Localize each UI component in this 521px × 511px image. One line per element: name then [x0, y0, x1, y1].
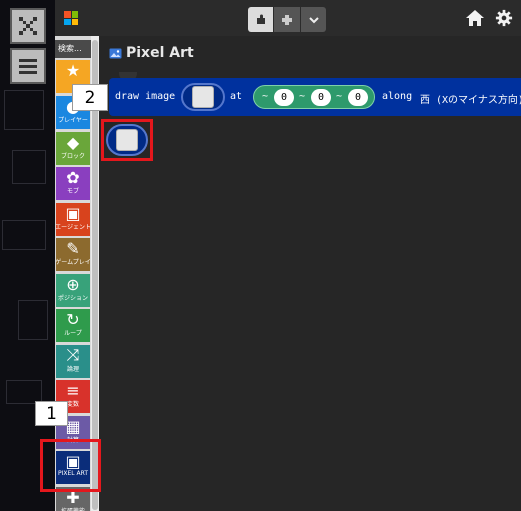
- category-paw[interactable]: ✿ モブ: [56, 167, 90, 200]
- menu-button[interactable]: [10, 48, 46, 84]
- plus-icon: ✚: [66, 487, 80, 507]
- chevron-down-icon: [308, 16, 319, 23]
- category-cube[interactable]: ◆ ブロック: [56, 132, 90, 165]
- category-label: 論理: [66, 366, 79, 373]
- x-relative-marker: ~: [262, 91, 269, 102]
- category-agent[interactable]: ▣ エージェント: [56, 203, 90, 236]
- category-label: ループ: [64, 330, 82, 337]
- flyout-title: Pixel Art: [109, 45, 194, 61]
- flyout-title-text: Pixel Art: [126, 45, 194, 61]
- view-dropdown-button[interactable]: [301, 7, 326, 32]
- category-wrench[interactable]: ✎ ゲームプレイ: [56, 238, 90, 271]
- category-label: 変数: [66, 401, 79, 408]
- gear-icon[interactable]: [494, 9, 514, 27]
- draw-image-label: draw image: [115, 91, 176, 102]
- at-label: at: [230, 91, 243, 102]
- highlight-image-block: [101, 119, 153, 161]
- toolbox-search-input[interactable]: 検索...: [55, 40, 91, 58]
- category-crosshair[interactable]: ⊕ ポジション: [56, 274, 90, 307]
- category-label: ゲームプレイ: [56, 259, 90, 266]
- category-shuffle[interactable]: ⤨ 論理: [56, 345, 90, 378]
- x-coordinate-input[interactable]: 0: [274, 89, 294, 106]
- image-slot[interactable]: [181, 83, 225, 111]
- image-placeholder: [192, 86, 214, 108]
- home-icon[interactable]: [465, 9, 485, 27]
- category-label: 拡張機能: [61, 506, 85, 511]
- microsoft-logo-icon: [64, 11, 78, 25]
- crosshair-icon: ⊕: [66, 274, 80, 294]
- collapse-icon: [19, 17, 37, 35]
- loop-icon: ↻: [66, 309, 80, 329]
- category-label: プレイヤー: [58, 117, 88, 124]
- highlight-pixel-art-category: [40, 439, 101, 492]
- image-icon: [109, 48, 122, 58]
- blocks-view-button[interactable]: [248, 7, 273, 32]
- star-icon: ★: [65, 60, 81, 80]
- agent-icon: ▣: [65, 203, 81, 223]
- puzzle-icon: [256, 14, 265, 24]
- category-label: エージェント: [56, 224, 90, 231]
- z-relative-marker: ~: [336, 91, 343, 102]
- z-coordinate-input[interactable]: 0: [348, 89, 368, 106]
- category-label: ポジション: [57, 295, 88, 302]
- list-icon: ≡: [66, 380, 80, 400]
- y-relative-marker: ~: [299, 91, 306, 102]
- code-view-button[interactable]: [274, 7, 300, 32]
- javascript-icon: [282, 14, 292, 25]
- wrench-icon: ✎: [66, 238, 80, 258]
- paw-icon: ✿: [66, 167, 80, 187]
- direction-dropdown[interactable]: 西 (Xのマイナス方向): [420, 91, 521, 106]
- category-loop[interactable]: ↻ ループ: [56, 309, 90, 342]
- y-coordinate-input[interactable]: 0: [311, 89, 331, 106]
- hamburger-icon: [19, 59, 37, 74]
- draw-image-block[interactable]: draw image at ~ 0 ~ 0 ~ 0 along 西 (Xのマイナ…: [109, 78, 521, 116]
- position-field[interactable]: ~ 0 ~ 0 ~ 0: [253, 85, 375, 109]
- category-label: モブ: [66, 188, 79, 195]
- block-workspace[interactable]: Pixel Art draw image at ~ 0 ~ 0 ~ 0 alon…: [99, 36, 521, 511]
- cube-icon: ◆: [66, 132, 80, 152]
- top-bar: [55, 0, 521, 36]
- calculator-icon: ▦: [65, 416, 81, 436]
- annotation-tag-1: 1: [35, 401, 68, 426]
- shrink-editor-button[interactable]: [10, 8, 46, 44]
- shuffle-icon: ⤨: [66, 345, 80, 364]
- category-label: ブロック: [60, 153, 85, 160]
- along-label: along: [382, 91, 413, 102]
- annotation-tag-2: 2: [72, 84, 108, 111]
